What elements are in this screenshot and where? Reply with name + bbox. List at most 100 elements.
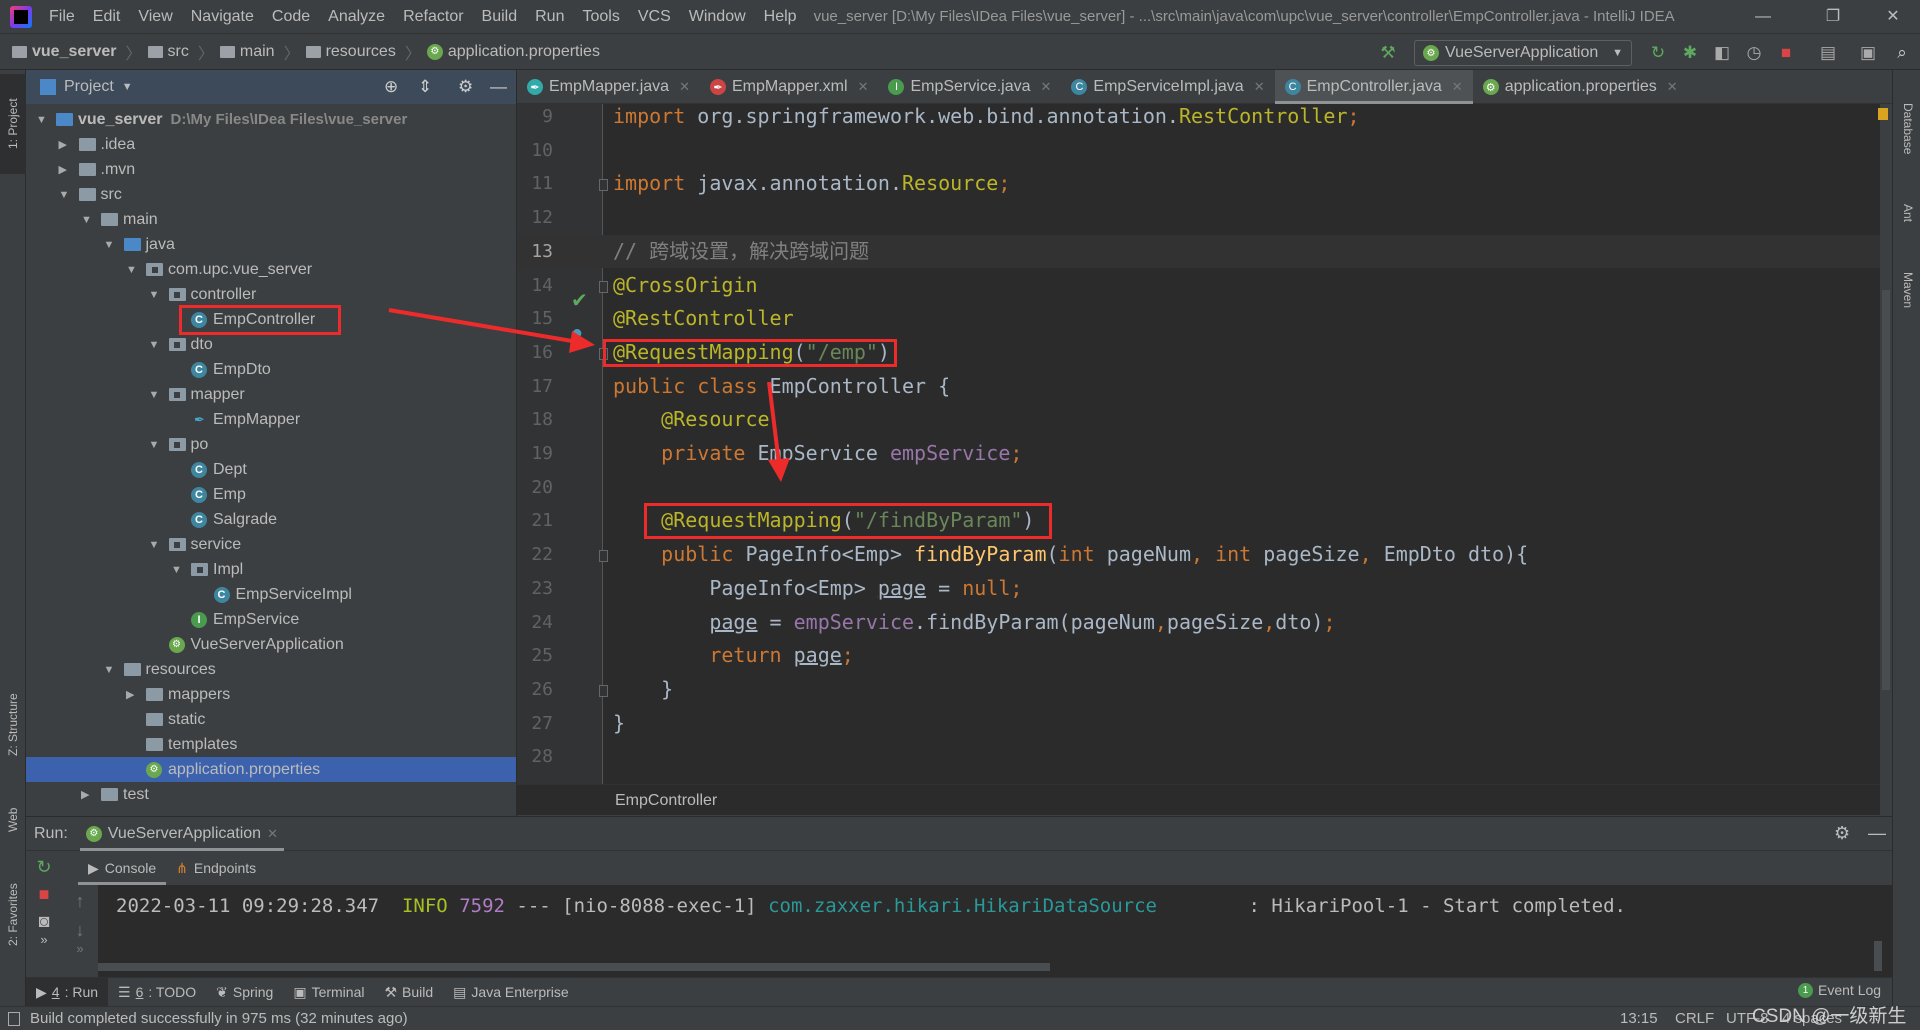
line-separator[interactable]: CRLF <box>1675 1010 1714 1027</box>
expand-arrow-icon[interactable]: ▼ <box>81 214 92 226</box>
menu-tools[interactable]: Tools <box>573 8 628 26</box>
tree-item-emp[interactable]: C Emp <box>26 482 516 507</box>
stop-icon[interactable]: ■ <box>1776 43 1796 63</box>
more-icon[interactable]: » <box>26 932 62 947</box>
rerun-icon[interactable]: ↻ <box>26 857 62 878</box>
menu-vcs[interactable]: VCS <box>629 8 680 26</box>
menu-window[interactable]: Window <box>680 8 755 26</box>
menu-help[interactable]: Help <box>755 8 806 26</box>
menu-file[interactable]: File <box>40 8 84 26</box>
editor-scrollbar[interactable] <box>1882 290 1890 690</box>
expand-arrow-icon[interactable]: ▼ <box>104 239 115 251</box>
tab-empcontroller-java[interactable]: C EmpController.java ✕ <box>1274 70 1473 104</box>
tree-item-salgrade[interactable]: C Salgrade <box>26 507 516 532</box>
tree-item-empservice[interactable]: I EmpService <box>26 607 516 632</box>
collapse-all-icon[interactable]: ⇕ <box>418 77 432 97</box>
search-icon[interactable]: ⌕ <box>1892 43 1912 63</box>
collapse-arrow-icon[interactable]: ▶ <box>59 163 67 176</box>
more-icon[interactable]: » <box>62 941 98 956</box>
editor-breadcrumb[interactable]: EmpController <box>517 784 1880 815</box>
project-panel-title[interactable]: Project <box>64 78 114 96</box>
menu-navigate[interactable]: Navigate <box>182 8 263 26</box>
menu-analyze[interactable]: Analyze <box>319 8 394 26</box>
expand-arrow-icon[interactable]: ▼ <box>149 439 160 451</box>
tree-item-src[interactable]: ▼ src <box>26 182 516 207</box>
expand-arrow-icon[interactable]: ▼ <box>36 114 47 126</box>
tree-item-vueserverapplication[interactable]: ⚙ VueServerApplication <box>26 632 516 657</box>
run-configuration-select[interactable]: ⚙ VueServerApplication ▼ <box>1414 40 1632 66</box>
tree-item-com-upc-vue-server[interactable]: ▼ com.upc.vue_server <box>26 257 516 282</box>
gear-icon[interactable]: ⚙ <box>458 77 473 97</box>
tree-item-mappers[interactable]: ▶ mappers <box>26 682 516 707</box>
code-editor[interactable]: 9 import org.springframework.web.bind.ann… <box>517 104 1880 815</box>
spring-bean-gutter-icon[interactable]: ✔ <box>571 288 588 313</box>
tab-empmapper-java[interactable]: ✒ EmpMapper.java ✕ <box>517 70 700 104</box>
endpoints-tab[interactable]: ⋔ Endpoints <box>166 851 266 885</box>
tree-item-vue-server[interactable]: ▼ vue_server D:\My Files\IDea Files\vue_se… <box>26 107 516 132</box>
restore-button[interactable]: ❐ <box>1810 0 1856 34</box>
expand-arrow-icon[interactable]: ▼ <box>126 264 137 276</box>
breadcrumb-item[interactable]: main 〉 <box>219 40 300 64</box>
bottom-tab-todo[interactable]: ☰ 6: TODO <box>108 978 206 1007</box>
tree-item--mvn[interactable]: ▶ .mvn <box>26 157 516 182</box>
expand-arrow-icon[interactable]: ▼ <box>59 189 70 201</box>
breadcrumb-item[interactable]: src 〉 <box>147 40 214 64</box>
tree-item-java[interactable]: ▼ java <box>26 232 516 257</box>
menu-edit[interactable]: Edit <box>84 8 130 26</box>
tree-item-mapper[interactable]: ▼ mapper <box>26 382 516 407</box>
spring-bean-gutter-icon[interactable]: ● <box>571 322 583 345</box>
ant-tool-tab[interactable]: Ant <box>1895 188 1920 238</box>
bottom-tab-spring[interactable]: ❦ Spring <box>206 978 283 1007</box>
tree-item-service[interactable]: ▼ service <box>26 532 516 557</box>
tree-item-resources[interactable]: ▼ resources <box>26 657 516 682</box>
tree-item-dto[interactable]: ▼ dto <box>26 332 516 357</box>
tab-empservice-java[interactable]: I EmpService.java ✕ <box>878 70 1061 104</box>
tab-application-properties[interactable]: ⚙ application.properties ✕ <box>1473 70 1688 104</box>
close-tab-icon[interactable]: ✕ <box>1667 79 1678 95</box>
console-tab[interactable]: ▶ Console <box>78 851 167 885</box>
build-hammer-icon[interactable]: ⚒ <box>1378 43 1398 63</box>
tree-item-dept[interactable]: C Dept <box>26 457 516 482</box>
close-button[interactable]: ✕ <box>1870 0 1916 34</box>
close-tab-icon[interactable]: ✕ <box>1254 79 1265 95</box>
hide-icon[interactable]: — <box>1868 823 1886 844</box>
event-log-button[interactable]: 1 Event Log <box>1798 982 1881 998</box>
coverage-icon[interactable]: ◧ <box>1712 43 1732 63</box>
tree-item-empdto[interactable]: C EmpDto <box>26 357 516 382</box>
close-icon[interactable]: ✕ <box>267 826 278 842</box>
project-tool-tab[interactable]: 1: Project <box>0 74 26 174</box>
structure-tool-tab[interactable]: Z: Structure <box>0 670 26 780</box>
collapse-arrow-icon[interactable]: ▶ <box>126 688 134 701</box>
breadcrumb-item[interactable]: resources 〉 <box>305 40 421 64</box>
tab-empmapper-xml[interactable]: ✒ EmpMapper.xml ✕ <box>700 70 879 104</box>
console-horizontal-scrollbar[interactable] <box>98 963 1050 971</box>
breadcrumb-item[interactable]: ⚙ application.properties <box>426 43 600 61</box>
bottom-tab-run[interactable]: ▶ 4: Run <box>26 977 109 1007</box>
debug-icon[interactable]: ✱ <box>1680 43 1700 63</box>
project-structure-icon[interactable]: ▤ <box>1818 43 1838 63</box>
tree-item-application-properties[interactable]: ⚙ application.properties <box>26 757 516 782</box>
tab-empserviceimpl-java[interactable]: C EmpServiceImpl.java ✕ <box>1061 70 1274 104</box>
chevron-down-icon[interactable]: ▼ <box>122 81 133 93</box>
bottom-tab-terminal[interactable]: ▣ Terminal <box>283 978 374 1007</box>
console-output[interactable]: 2022-03-11 09:29:28.347 INFO 7592 --- [n… <box>98 885 1892 978</box>
status-message[interactable]: Build completed successfully in 975 ms (… <box>30 1010 408 1027</box>
expand-arrow-icon[interactable]: ▼ <box>171 564 182 576</box>
caret-position[interactable]: 13:15 <box>1620 1010 1658 1027</box>
console-vertical-scrollbar[interactable] <box>1874 941 1882 971</box>
stop-icon[interactable]: ■ <box>26 884 62 905</box>
locate-icon[interactable]: ⊕ <box>384 77 398 97</box>
bottom-tab-build[interactable]: ⚒ Build <box>374 978 443 1007</box>
collapse-arrow-icon[interactable]: ▶ <box>81 788 89 801</box>
expand-arrow-icon[interactable]: ▼ <box>149 339 160 351</box>
menu-view[interactable]: View <box>129 8 181 26</box>
close-tab-icon[interactable]: ✕ <box>1452 79 1463 95</box>
close-tab-icon[interactable]: ✕ <box>858 79 869 95</box>
warning-marker[interactable] <box>1878 108 1888 120</box>
gear-icon[interactable]: ⚙ <box>1834 823 1850 844</box>
collapse-arrow-icon[interactable]: ▶ <box>59 138 67 151</box>
run-tab[interactable]: ⚙ VueServerApplication ✕ <box>79 817 285 851</box>
expand-arrow-icon[interactable]: ▼ <box>149 389 160 401</box>
toggle-tool-windows-icon[interactable] <box>8 1011 20 1026</box>
tree-item-impl[interactable]: ▼ Impl <box>26 557 516 582</box>
